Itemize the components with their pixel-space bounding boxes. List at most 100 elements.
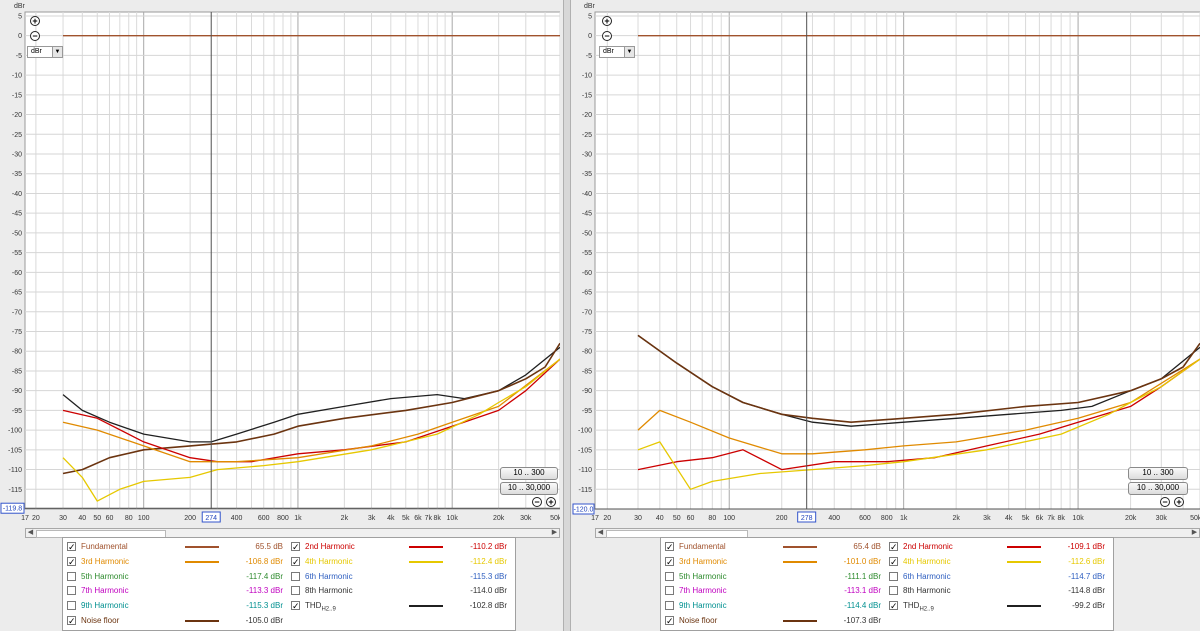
plot-area[interactable] bbox=[594, 11, 1200, 510]
range-full-button[interactable]: 10 .. 30,000 bbox=[500, 482, 558, 495]
x-tick-label: 800 bbox=[881, 515, 893, 522]
x-tick-label: 400 bbox=[231, 515, 243, 522]
legend-checkbox-thd[interactable]: ✓ bbox=[889, 601, 898, 611]
x-tick-label: 40 bbox=[656, 515, 664, 522]
y-unit-label: dBr bbox=[14, 3, 26, 10]
zoom-out-icon[interactable]: − bbox=[532, 497, 542, 507]
y-tick-label: -80 bbox=[582, 349, 592, 356]
x-tick-label: 5k bbox=[1022, 515, 1030, 522]
legend-checkbox-h9[interactable] bbox=[67, 601, 76, 611]
legend-right: ✓ Fundamental 65.4 dB ✓ 2nd Harmonic -109.1 d… bbox=[660, 537, 1114, 631]
y-tick-label: -75 bbox=[582, 329, 592, 336]
legend-value: -113.3 dBr bbox=[246, 586, 283, 596]
plot-area[interactable] bbox=[24, 11, 560, 510]
legend-checkbox-noise[interactable]: ✓ bbox=[67, 616, 76, 626]
y-tick-label: -80 bbox=[12, 349, 22, 356]
legend-label: 2nd Harmonic bbox=[903, 542, 953, 551]
legend-value: -114.8 dBr bbox=[1068, 586, 1105, 596]
zoom-in-icon[interactable]: + bbox=[30, 16, 40, 26]
legend-swatch-line bbox=[1007, 605, 1041, 608]
legend-left: ✓ Fundamental 65.5 dB ✓ 2nd Harmonic -110.2 d… bbox=[62, 537, 516, 631]
y-tick-label: -55 bbox=[12, 250, 22, 257]
x-tick-label: 10k bbox=[1072, 515, 1084, 522]
legend-label: THDH2..9 bbox=[903, 601, 934, 613]
x-tick-label: 6k bbox=[1036, 515, 1044, 522]
legend-item-h7: 7th Harmonic -113.3 dBr bbox=[67, 585, 287, 599]
range-short-button[interactable]: 10 .. 300 bbox=[1128, 467, 1188, 480]
x-tick-label: 600 bbox=[258, 515, 270, 522]
zoom-out-icon[interactable]: − bbox=[1160, 497, 1170, 507]
legend-value: 65.4 dB bbox=[853, 542, 881, 551]
y-tick-label: -75 bbox=[12, 329, 22, 336]
arrow-right-icon[interactable]: ▶ bbox=[550, 529, 559, 537]
legend-swatch-line bbox=[185, 560, 219, 563]
zoom-in-icon[interactable]: + bbox=[602, 16, 612, 26]
legend-checkbox-h8[interactable] bbox=[889, 586, 898, 596]
legend-checkbox-h3[interactable]: ✓ bbox=[665, 556, 674, 566]
legend-checkbox-h6[interactable] bbox=[291, 571, 300, 581]
zoom-in-icon[interactable]: + bbox=[1174, 497, 1184, 507]
legend-item-fundamental: ✓ Fundamental 65.4 dB bbox=[665, 541, 885, 555]
legend-item-noise: ✓ Noise floor -107.3 dBr bbox=[665, 615, 885, 629]
harmonic-plot-right[interactable]: dBr50-5-10-15-20-25-30-35-40-45-50-55-60… bbox=[572, 0, 1200, 528]
legend-swatch-line bbox=[185, 546, 219, 548]
legend-checkbox-h4[interactable]: ✓ bbox=[889, 556, 898, 566]
legend-swatch-line bbox=[783, 560, 817, 563]
unit-select[interactable]: dBr ▼ bbox=[27, 46, 63, 58]
legend-swatch-line bbox=[409, 605, 443, 608]
x-tick-label: 50 bbox=[93, 515, 101, 522]
legend-checkbox-fundamental[interactable]: ✓ bbox=[665, 542, 674, 552]
legend-value: -106.8 dBr bbox=[245, 556, 283, 566]
legend-value: -102.8 dBr bbox=[469, 601, 507, 611]
harmonic-plot-left[interactable]: dBr50-5-10-15-20-25-30-35-40-45-50-55-60… bbox=[0, 0, 560, 528]
x-tick-label: 17 bbox=[21, 515, 29, 522]
x-tick-label: 5k bbox=[402, 515, 410, 522]
y-tick-label: -5 bbox=[586, 53, 592, 60]
y-tick-label: -10 bbox=[12, 73, 22, 80]
legend-checkbox-h3[interactable]: ✓ bbox=[67, 556, 76, 566]
arrow-left-icon[interactable]: ◀ bbox=[596, 529, 605, 537]
legend-checkbox-h8[interactable] bbox=[291, 586, 300, 596]
legend-checkbox-fundamental[interactable]: ✓ bbox=[67, 542, 76, 552]
y-tick-label: -60 bbox=[12, 270, 22, 277]
arrow-left-icon[interactable]: ◀ bbox=[26, 529, 35, 537]
legend-label: 3rd Harmonic bbox=[679, 556, 728, 566]
legend-checkbox-h6[interactable] bbox=[889, 571, 898, 581]
zoom-out-icon[interactable]: − bbox=[30, 31, 40, 41]
legend-checkbox-h2[interactable]: ✓ bbox=[291, 542, 300, 552]
zoom-in-icon[interactable]: + bbox=[546, 497, 556, 507]
legend-checkbox-h9[interactable] bbox=[665, 601, 674, 611]
legend-checkbox-h4[interactable]: ✓ bbox=[291, 556, 300, 566]
cursor-level-label: -119.8 bbox=[3, 506, 22, 513]
legend-label: 6th Harmonic bbox=[305, 571, 353, 581]
legend-value: -109.1 dBr bbox=[1067, 542, 1105, 551]
unit-select[interactable]: dBr ▼ bbox=[599, 46, 635, 58]
arrow-right-icon[interactable]: ▶ bbox=[1190, 529, 1199, 537]
legend-checkbox-noise[interactable]: ✓ bbox=[665, 616, 674, 626]
y-tick-label: -85 bbox=[12, 368, 22, 375]
legend-checkbox-h5[interactable] bbox=[665, 571, 674, 581]
y-tick-label: -110 bbox=[579, 467, 593, 474]
unit-select-value: dBr bbox=[603, 48, 614, 55]
y-tick-label: -95 bbox=[12, 408, 22, 415]
x-tick-label: 50kHz bbox=[1190, 515, 1200, 522]
x-tick-label: 3k bbox=[368, 515, 376, 522]
legend-checkbox-h7[interactable] bbox=[67, 586, 76, 596]
range-short-button[interactable]: 10 .. 300 bbox=[500, 467, 558, 480]
legend-item-h9: 9th Harmonic -115.3 dBr bbox=[67, 600, 287, 614]
range-full-button[interactable]: 10 .. 30,000 bbox=[1128, 482, 1188, 495]
legend-checkbox-h2[interactable]: ✓ bbox=[889, 542, 898, 552]
analyzer-panel-right: dBr 5 0 -5 -10 -15 -20 -25 -30 -35 -40 -45 -50 -55 -60… bbox=[572, 0, 1200, 631]
panel-divider[interactable] bbox=[563, 0, 571, 631]
legend-swatch-line bbox=[1007, 560, 1041, 563]
cursor-frequency-label: 274 bbox=[205, 515, 217, 522]
zoom-out-icon[interactable]: − bbox=[602, 31, 612, 41]
legend-label: Noise floor bbox=[81, 616, 120, 625]
legend-checkbox-h5[interactable] bbox=[67, 571, 76, 581]
legend-checkbox-thd[interactable]: ✓ bbox=[291, 601, 300, 611]
legend-checkbox-h7[interactable] bbox=[665, 586, 674, 596]
y-tick-label: -100 bbox=[578, 428, 592, 435]
legend-value: -117.4 dBr bbox=[246, 571, 283, 581]
x-tick-label: 200 bbox=[776, 515, 788, 522]
y-tick-label: -15 bbox=[582, 92, 592, 99]
